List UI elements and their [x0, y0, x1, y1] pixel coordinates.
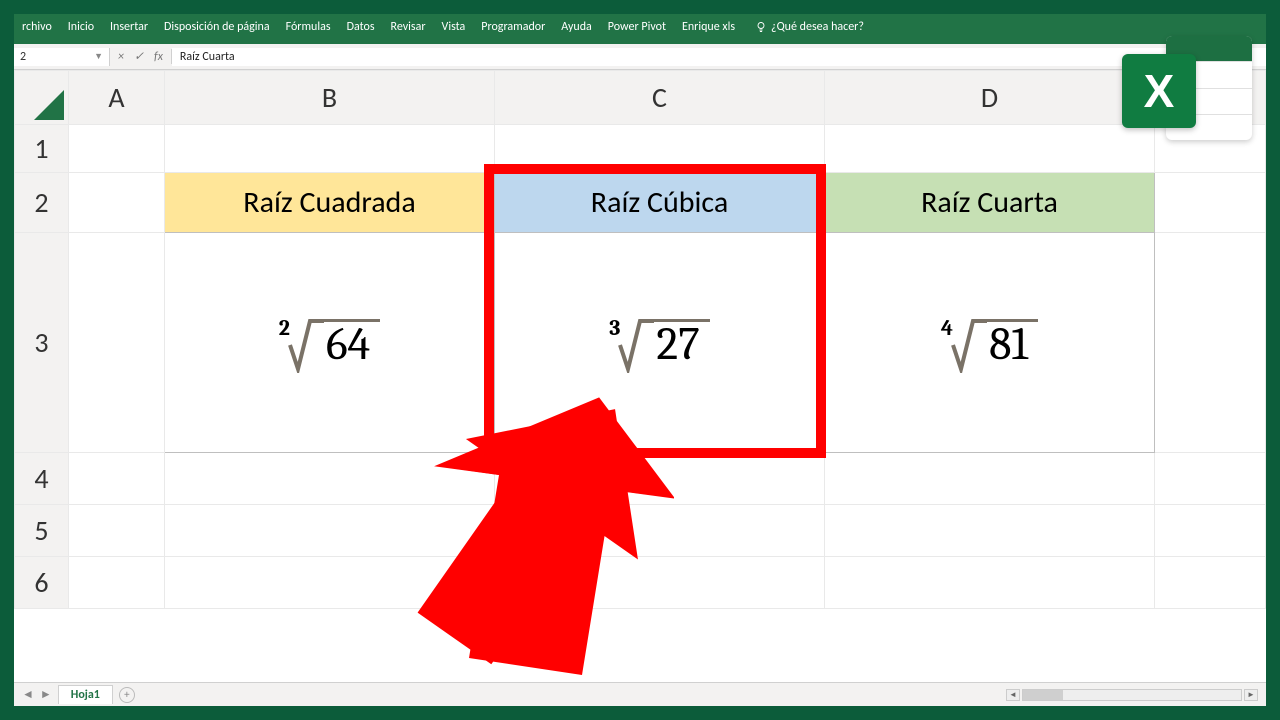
- radicand: 64: [324, 319, 380, 368]
- cell-c1[interactable]: [495, 125, 825, 173]
- scroll-left-button[interactable]: ◄: [1006, 689, 1020, 701]
- formula-input[interactable]: Raíz Cuarta: [172, 48, 1266, 66]
- radical-icon: [618, 313, 654, 373]
- cell-e3[interactable]: [1155, 233, 1266, 453]
- row-header-4[interactable]: 4: [15, 453, 69, 505]
- cell-d5[interactable]: [825, 505, 1155, 557]
- scroll-track[interactable]: [1022, 689, 1242, 701]
- cell-b4[interactable]: [165, 453, 495, 505]
- tab-datos[interactable]: Datos: [347, 20, 375, 34]
- horizontal-scrollbar[interactable]: ◄ ►: [1006, 689, 1258, 701]
- chevron-down-icon: ▼: [94, 51, 103, 62]
- cell-a3[interactable]: [69, 233, 165, 453]
- cell-e4[interactable]: [1155, 453, 1266, 505]
- cell-c6[interactable]: [495, 557, 825, 609]
- col-header-d[interactable]: D: [825, 71, 1155, 125]
- tab-archivo[interactable]: rchivo: [22, 20, 52, 34]
- scroll-thumb[interactable]: [1023, 690, 1063, 700]
- sheet-tab-bar: ◄ ► Hoja1 + ◄ ►: [14, 682, 1266, 706]
- tell-me-search[interactable]: ¿Qué desea hacer?: [755, 20, 864, 34]
- cell-e2[interactable]: [1155, 173, 1266, 233]
- enter-formula-button[interactable]: ✓: [134, 49, 144, 64]
- add-sheet-button[interactable]: +: [119, 687, 135, 703]
- scroll-right-button[interactable]: ►: [1244, 689, 1258, 701]
- excel-logo-letter: X: [1122, 54, 1196, 128]
- cell-b2[interactable]: Raíz Cuadrada: [165, 173, 495, 233]
- select-all-corner[interactable]: [15, 71, 69, 125]
- cell-b3[interactable]: 2 64: [165, 233, 495, 453]
- cell-a5[interactable]: [69, 505, 165, 557]
- radicand: 81: [987, 319, 1038, 368]
- cell-b6[interactable]: [165, 557, 495, 609]
- tab-powerpivot[interactable]: Power Pivot: [608, 20, 666, 34]
- cell-a4[interactable]: [69, 453, 165, 505]
- cell-a2[interactable]: [69, 173, 165, 233]
- tab-vista[interactable]: Vista: [442, 20, 466, 34]
- col-header-c[interactable]: C: [495, 71, 825, 125]
- tab-disposicion[interactable]: Disposición de página: [164, 20, 270, 34]
- col-header-b[interactable]: B: [165, 71, 495, 125]
- root-expression: 3 27: [609, 313, 710, 373]
- cell-c2[interactable]: Raíz Cúbica: [495, 173, 825, 233]
- cell-c5[interactable]: [495, 505, 825, 557]
- radicand: 27: [654, 319, 709, 368]
- name-box[interactable]: 2 ▼: [14, 48, 110, 66]
- row-header-2[interactable]: 2: [15, 173, 69, 233]
- root-expression: 4 81: [941, 313, 1038, 373]
- cell-c3[interactable]: 3 27: [495, 233, 825, 453]
- sheet-tab-hoja1[interactable]: Hoja1: [58, 685, 113, 704]
- row-header-6[interactable]: 6: [15, 557, 69, 609]
- tell-me-label: ¿Qué desea hacer?: [771, 20, 864, 34]
- tab-programador[interactable]: Programador: [481, 20, 545, 34]
- spreadsheet-grid[interactable]: A B C D 1 2 R: [14, 70, 1266, 682]
- cell-b1[interactable]: [165, 125, 495, 173]
- cell-a1[interactable]: [69, 125, 165, 173]
- ribbon: rchivo Inicio Insertar Disposición de pá…: [14, 14, 1266, 44]
- tab-inicio[interactable]: Inicio: [68, 20, 94, 34]
- row-header-5[interactable]: 5: [15, 505, 69, 557]
- tab-insertar[interactable]: Insertar: [110, 20, 148, 34]
- tab-nav-next[interactable]: ►: [40, 687, 52, 702]
- tab-enrique[interactable]: Enrique xls: [682, 20, 735, 34]
- cell-d6[interactable]: [825, 557, 1155, 609]
- cell-c4[interactable]: [495, 453, 825, 505]
- row-header-3[interactable]: 3: [15, 233, 69, 453]
- cell-d4[interactable]: [825, 453, 1155, 505]
- fx-button[interactable]: fx: [154, 50, 163, 64]
- cell-e6[interactable]: [1155, 557, 1266, 609]
- cell-e5[interactable]: [1155, 505, 1266, 557]
- cancel-formula-button[interactable]: ×: [118, 50, 124, 64]
- col-header-a[interactable]: A: [69, 71, 165, 125]
- tab-nav-prev[interactable]: ◄: [22, 687, 34, 702]
- cell-a6[interactable]: [69, 557, 165, 609]
- row-header-1[interactable]: 1: [15, 125, 69, 173]
- radical-icon: [288, 313, 324, 373]
- cell-d2[interactable]: Raíz Cuarta: [825, 173, 1155, 233]
- tab-ayuda[interactable]: Ayuda: [561, 20, 592, 34]
- tab-revisar[interactable]: Revisar: [391, 20, 426, 34]
- cell-b5[interactable]: [165, 505, 495, 557]
- tab-formulas[interactable]: Fórmulas: [286, 20, 331, 34]
- radical-icon: [951, 313, 987, 373]
- name-box-value: 2: [20, 50, 26, 64]
- excel-logo: X: [1122, 28, 1252, 148]
- root-expression: 2 64: [279, 313, 380, 373]
- cell-d1[interactable]: [825, 125, 1155, 173]
- formula-bar: 2 ▼ × ✓ fx Raíz Cuarta: [14, 44, 1266, 70]
- cell-d3[interactable]: 4 81: [825, 233, 1155, 453]
- lightbulb-icon: [755, 21, 767, 33]
